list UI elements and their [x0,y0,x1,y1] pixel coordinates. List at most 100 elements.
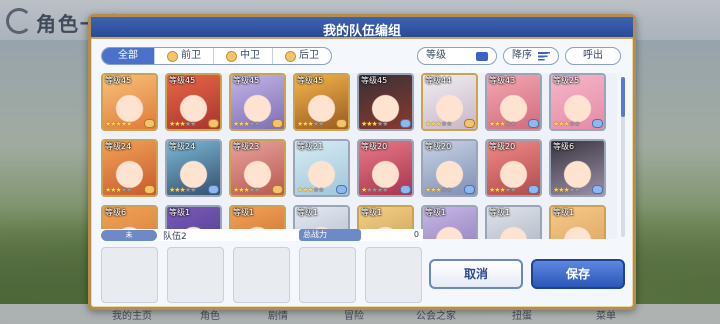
character-card[interactable]: 等级24 ★★★★★ [165,139,222,197]
character-card[interactable]: 等级21 ★★★★★ [293,139,350,197]
filter-tab-back[interactable]: 后卫 [273,48,331,64]
star-rating-icon: ★★★★★ [169,186,196,194]
filter-tab-label: 中卫 [240,50,260,61]
position-icon [592,185,603,194]
filter-tab-middle[interactable]: 中卫 [214,48,273,64]
character-level: 等级24 [105,142,132,151]
star-rating-icon: ★★★★★ [233,186,260,194]
position-icon [528,119,539,128]
sort-key-label: 等级 [426,50,446,61]
character-card[interactable]: 等级45 ★★★★★ [293,73,350,131]
character-card[interactable]: 等级20 ★★★★★ [421,139,478,197]
back-position-icon [285,50,296,62]
character-level: 等级25 [553,76,580,85]
character-level: 等级1 [553,208,575,217]
character-card[interactable]: 等级44 ★★★★★ [421,73,478,131]
character-level: 等级6 [105,208,127,217]
star-rating-icon: ★★★★★ [489,186,516,194]
character-level: 等级45 [105,76,132,85]
position-icon [528,185,539,194]
character-card[interactable]: 等级43 ★★★★★ [485,73,542,131]
cancel-button[interactable]: 取消 [429,259,523,289]
star-rating-icon: ★★★★★ [297,120,324,128]
character-card[interactable]: 等级45 ★★★★★ [229,73,286,131]
character-level: 等级1 [425,208,447,217]
character-level: 等级45 [297,76,324,85]
team-slot[interactable] [365,247,422,303]
sort-order-label: 降序 [512,50,532,61]
team-edit-dialog: 我的队伍编组 全部 前卫 中卫 后卫 等级 降序 呼出 等级45 ★★★★★ 等级4… [88,14,636,310]
position-icon [208,185,219,194]
character-card[interactable]: 等级20 ★★★★★ [357,139,414,197]
descending-icon [538,51,550,61]
scroll-thumb[interactable] [621,77,625,117]
character-level: 等级45 [169,76,196,85]
star-rating-icon: ★★★★★ [233,120,260,128]
dialog-header: 我的队伍编组 [91,17,633,39]
character-card[interactable]: 等级1 [485,205,542,239]
star-rating-icon: ★★★★★ [361,120,388,128]
star-rating-icon: ★★★★★ [489,120,516,128]
roster-scrollbar[interactable] [621,77,625,237]
position-icon [400,185,411,194]
sort-key-button[interactable]: 等级 [417,47,497,65]
position-icon [144,185,155,194]
character-level: 等级20 [425,142,452,151]
position-icon [592,119,603,128]
position-icon [400,119,411,128]
position-icon [464,119,475,128]
team-slot[interactable] [167,247,224,303]
star-rating-icon: ★★★★★ [553,186,580,194]
star-rating-icon: ★★★★★ [105,120,132,128]
character-card[interactable]: 等级20 ★★★★★ [485,139,542,197]
filter-tab-label: 后卫 [299,50,319,61]
team-slot[interactable] [299,247,356,303]
star-rating-icon: ★★★★★ [425,186,452,194]
position-icon [272,185,283,194]
star-rating-icon: ★★★★★ [297,186,324,194]
filter-tab-front[interactable]: 前卫 [155,48,214,64]
total-power-value: 0 [361,229,423,241]
character-card[interactable]: 等级6 ★★★★★ [549,139,606,197]
character-level: 等级45 [233,76,260,85]
character-level: 等级45 [361,76,388,85]
team-name: 队伍2 [163,231,187,242]
sort-order-button[interactable]: 降序 [503,47,559,65]
position-icon [336,119,347,128]
filter-tab-all[interactable]: 全部 [102,48,155,64]
save-button[interactable]: 保存 [531,259,625,289]
character-level: 等级1 [233,208,255,217]
filter-tab-label: 前卫 [181,50,201,61]
position-icon [272,119,283,128]
team-slot[interactable] [233,247,290,303]
character-card[interactable]: 等级45 ★★★★★ [357,73,414,131]
character-level: 等级44 [425,76,452,85]
character-level: 等级1 [361,208,383,217]
position-icon [336,185,347,194]
position-icon [464,185,475,194]
character-card[interactable]: 等级1 [549,205,606,239]
team-badge: 未 [101,229,157,241]
character-level: 等级1 [169,208,191,217]
character-level: 等级23 [233,142,260,151]
call-button[interactable]: 呼出 [565,47,621,65]
team-slot[interactable] [101,247,158,303]
character-roster: 等级45 ★★★★★ 等级45 ★★★★★ 等级45 ★★★★★ 等级45 ★★★★★ 等级45… [101,73,617,239]
character-card[interactable]: 等级25 ★★★★★ [549,73,606,131]
character-level: 等级20 [489,142,516,151]
star-rating-icon: ★★★★★ [105,186,132,194]
total-power-label: 总战力 [299,229,361,241]
character-card[interactable]: 等级45 ★★★★★ [165,73,222,131]
character-card[interactable]: 等级23 ★★★★★ [229,139,286,197]
character-card[interactable]: 等级45 ★★★★★ [101,73,158,131]
character-level: 等级21 [297,142,324,151]
call-label: 呼出 [583,50,603,61]
position-filter: 全部 前卫 中卫 后卫 [101,47,332,65]
star-rating-icon: ★★★★★ [553,120,580,128]
character-level: 等级20 [361,142,388,151]
sort-toggle-icon [476,51,488,61]
character-card[interactable]: 等级24 ★★★★★ [101,139,158,197]
character-card[interactable]: 等级1 [421,205,478,239]
position-icon [208,119,219,128]
position-icon [144,119,155,128]
